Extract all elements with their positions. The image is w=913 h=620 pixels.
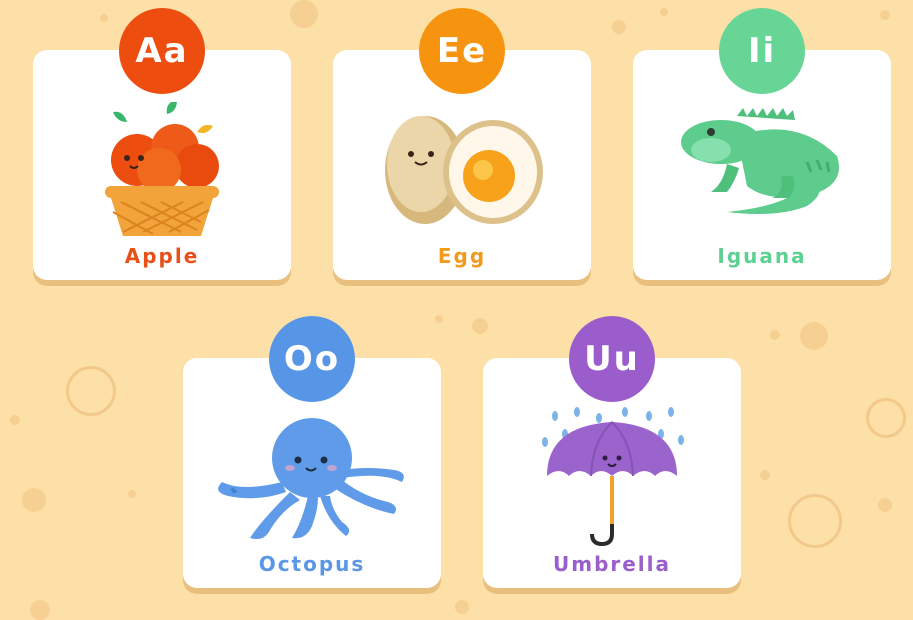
card-word: Umbrella bbox=[552, 552, 672, 576]
letter-badge-o: Oo bbox=[269, 316, 355, 402]
card-word: Iguana bbox=[717, 244, 807, 268]
letter-badge-e: Ee bbox=[419, 8, 505, 94]
letter-card-apple[interactable]: Aa Apple bbox=[33, 8, 291, 280]
card-word: Apple bbox=[124, 244, 200, 268]
egg-icon bbox=[377, 108, 547, 232]
card-word: Octopus bbox=[258, 552, 366, 576]
letter-card-iguana[interactable]: Ii Iguana bbox=[633, 8, 891, 280]
umbrella-icon bbox=[537, 406, 687, 550]
apple-basket-icon bbox=[97, 100, 227, 241]
octopus-icon bbox=[212, 412, 412, 546]
letter-card-egg[interactable]: Ee Egg bbox=[333, 8, 591, 280]
letter-badge-u: Uu bbox=[569, 316, 655, 402]
iguana-icon bbox=[677, 106, 847, 230]
letter-badge-i: Ii bbox=[719, 8, 805, 94]
letter-card-umbrella[interactable]: Uu Umbrella bbox=[483, 316, 741, 588]
card-word: Egg bbox=[437, 244, 487, 268]
letter-card-octopus[interactable]: Oo Octopus bbox=[183, 316, 441, 588]
letter-badge-a: Aa bbox=[119, 8, 205, 94]
